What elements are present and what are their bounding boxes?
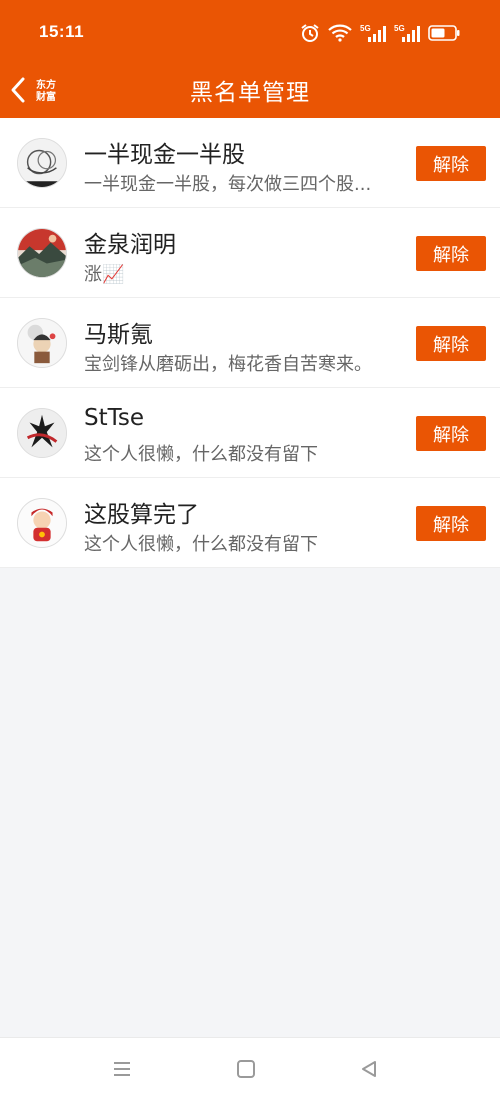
- list-item[interactable]: 这股算完了 这个人很懒，什么都没有留下 解除: [0, 478, 500, 568]
- avatar[interactable]: [17, 228, 67, 278]
- unblock-button[interactable]: 解除: [416, 146, 486, 181]
- back-triangle-icon[interactable]: [358, 1058, 380, 1084]
- app-header: 15:11 5G 5G 东方 财富 黑名单管理: [0, 0, 500, 118]
- avatar[interactable]: [17, 498, 67, 548]
- user-name: 金泉润明: [84, 232, 176, 258]
- user-name: 马斯氪: [84, 322, 153, 348]
- signal-5g-icon: 5G: [360, 23, 386, 43]
- unblock-button[interactable]: 解除: [416, 326, 486, 361]
- user-name: 一半现金一半股: [84, 142, 245, 168]
- user-desc: 涨📈: [84, 264, 125, 285]
- svg-text:5G: 5G: [394, 24, 405, 33]
- menu-icon[interactable]: [111, 1058, 133, 1084]
- user-desc: 这个人很懒，什么都没有留下: [84, 444, 318, 465]
- user-desc: 这个人很懒，什么都没有留下: [84, 534, 318, 555]
- battery-icon: [428, 25, 460, 41]
- list-item[interactable]: 金泉润明 涨📈 解除: [0, 208, 500, 298]
- avatar[interactable]: [17, 138, 67, 188]
- user-name: 这股算完了: [84, 502, 199, 528]
- alarm-icon: [300, 23, 320, 43]
- signal-5g-icon: 5G: [394, 23, 420, 43]
- unblock-button[interactable]: 解除: [416, 506, 486, 541]
- avatar[interactable]: [17, 318, 67, 368]
- unblock-button[interactable]: 解除: [416, 416, 486, 451]
- user-name: StTse: [84, 405, 144, 431]
- status-icons: 5G 5G: [300, 22, 460, 44]
- system-nav-bar: [0, 1037, 500, 1099]
- status-bar: 15:11 5G 5G: [0, 0, 500, 66]
- list-item[interactable]: StTse 这个人很懒，什么都没有留下 解除: [0, 388, 500, 478]
- page-title: 黑名单管理: [190, 80, 310, 106]
- wifi-icon: [328, 24, 352, 42]
- list-item[interactable]: 马斯氪 宝剑锋从磨砺出，梅花香自苦寒来。 解除: [0, 298, 500, 388]
- nav-bar: 东方 财富 黑名单管理: [0, 66, 500, 118]
- list-item[interactable]: 一半现金一半股 一半现金一半股，每次做三四个股... 解除: [0, 118, 500, 208]
- home-icon[interactable]: [235, 1058, 257, 1084]
- status-time: 15:11: [39, 22, 85, 41]
- blocked-user-list: 一半现金一半股 一半现金一半股，每次做三四个股... 解除 金泉润明 涨📈 解除…: [0, 118, 500, 568]
- unblock-button[interactable]: 解除: [416, 236, 486, 271]
- svg-text:5G: 5G: [360, 24, 371, 33]
- user-desc: 一半现金一半股，每次做三四个股...: [84, 174, 372, 195]
- user-desc: 宝剑锋从磨砺出，梅花香自苦寒来。: [84, 354, 372, 375]
- avatar[interactable]: [17, 408, 67, 458]
